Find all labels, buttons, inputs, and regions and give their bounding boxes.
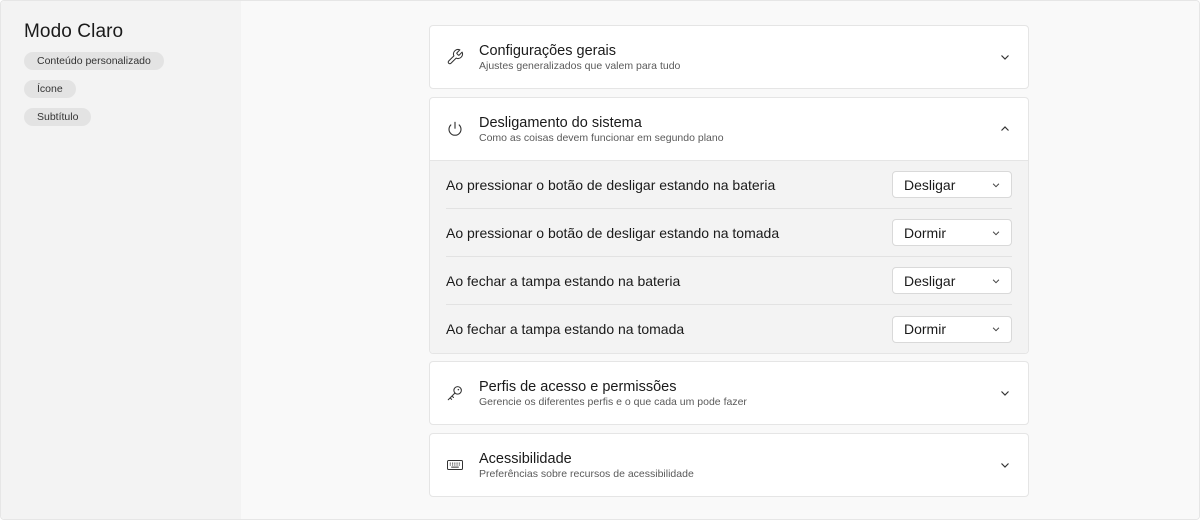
app-window: Modo Claro Conteúdo personalizado Ícone … [0, 0, 1200, 520]
chevron-down-icon [991, 273, 1001, 289]
select-value: Dormir [904, 321, 946, 337]
card-header-access-profiles[interactable]: Perfis de acesso e permissões Gerencie o… [430, 362, 1028, 424]
select-value: Desligar [904, 272, 956, 289]
chip-icon[interactable]: Ícone [24, 80, 76, 98]
key-icon [446, 384, 464, 402]
setting-row: Ao pressionar o botão de desligar estand… [446, 209, 1012, 257]
card-title: Perfis de acesso e permissões [479, 378, 677, 395]
card-body-system-shutdown: Ao pressionar o botão de desligar estand… [430, 160, 1028, 353]
chevron-down-icon[interactable] [998, 386, 1012, 400]
card-title: Configurações gerais [479, 42, 617, 59]
card-header-accessibility[interactable]: Acessibilidade Preferências sobre recurs… [430, 434, 1028, 496]
wrench-icon [446, 48, 464, 66]
card-title: Acessibilidade [479, 450, 572, 467]
chevron-up-icon[interactable] [998, 122, 1012, 136]
card-general-settings: Configurações gerais Ajustes generalizad… [429, 25, 1029, 89]
chevron-down-icon[interactable] [998, 458, 1012, 472]
card-header-system-shutdown[interactable]: Desligamento do sistema Como as coisas d… [430, 98, 1028, 160]
card-system-shutdown: Desligamento do sistema Como as coisas d… [429, 97, 1029, 354]
select-lid-close-battery[interactable]: Desligar [892, 267, 1012, 294]
setting-label: Ao fechar a tampa estando na bateria [446, 272, 681, 289]
chevron-down-icon [991, 177, 1001, 193]
select-power-button-plugged[interactable]: Dormir [892, 219, 1012, 246]
card-title: Desligamento do sistema [479, 114, 642, 131]
keyboard-icon [446, 456, 464, 474]
chip-custom-content[interactable]: Conteúdo personalizado [24, 52, 164, 70]
setting-row: Ao fechar a tampa estando na tomada Dorm… [446, 305, 1012, 353]
sidebar: Modo Claro Conteúdo personalizado Ícone … [1, 1, 241, 519]
setting-label: Ao pressionar o botão de desligar estand… [446, 224, 780, 241]
chevron-down-icon [991, 321, 1001, 337]
sidebar-title: Modo Claro [24, 21, 124, 42]
select-power-button-battery[interactable]: Desligar [892, 171, 1012, 198]
select-value: Dormir [904, 224, 946, 241]
main-content: Configurações gerais Ajustes generalizad… [241, 1, 1199, 519]
setting-row: Ao fechar a tampa estando na bateria Des… [446, 257, 1012, 305]
select-lid-close-plugged[interactable]: Dormir [892, 315, 1012, 343]
card-subtitle: Como as coisas devem funcionar em segund… [479, 131, 724, 144]
chip-subtitle[interactable]: Subtítulo [24, 108, 92, 126]
card-header-general-settings[interactable]: Configurações gerais Ajustes generalizad… [430, 26, 1028, 88]
card-subtitle: Gerencie os diferentes perfis e o que ca… [479, 395, 747, 408]
chevron-down-icon [991, 225, 1001, 241]
select-value: Desligar [904, 176, 956, 193]
setting-label: Ao pressionar o botão de desligar estand… [446, 176, 776, 193]
card-subtitle: Preferências sobre recursos de acessibil… [479, 467, 694, 480]
chevron-down-icon[interactable] [998, 50, 1012, 64]
card-accessibility: Acessibilidade Preferências sobre recurs… [429, 433, 1029, 497]
power-icon [446, 120, 464, 138]
setting-label: Ao fechar a tampa estando na tomada [446, 321, 685, 337]
card-access-profiles: Perfis de acesso e permissões Gerencie o… [429, 361, 1029, 425]
card-subtitle: Ajustes generalizados que valem para tud… [479, 59, 681, 72]
setting-row: Ao pressionar o botão de desligar estand… [446, 161, 1012, 209]
